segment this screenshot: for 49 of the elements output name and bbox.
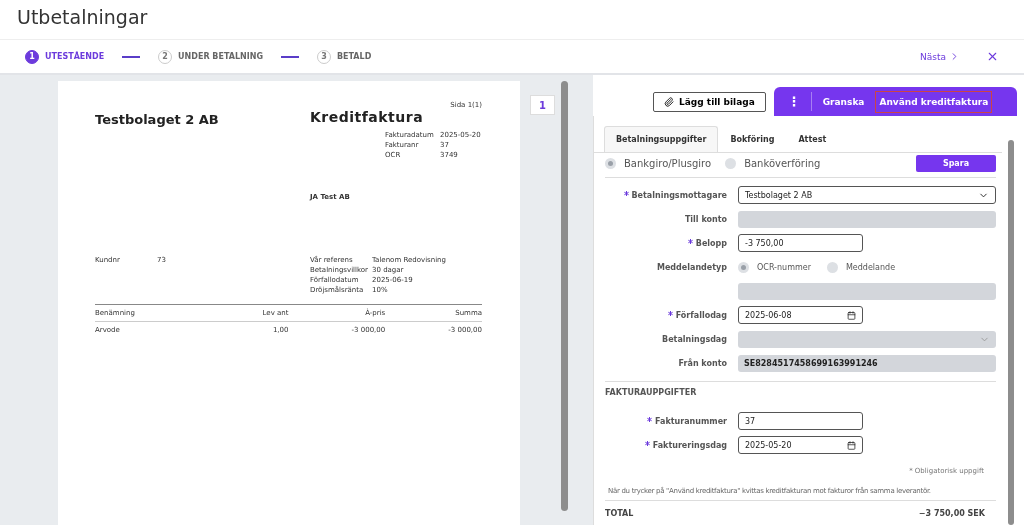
field-label: Betalningsmottagare [631, 190, 727, 200]
radio-option[interactable]: Meddelande [826, 261, 896, 273]
step[interactable]: 1 UTESTÅENDE [25, 49, 105, 64]
tab[interactable]: Betalningsuppgifter [604, 126, 719, 152]
field-label: Belopp [695, 238, 727, 248]
total-label: TOTAL [605, 509, 634, 518]
radio-icon[interactable] [605, 158, 616, 169]
section-heading: FAKTURAUPPGIFTER [605, 388, 697, 397]
attach-button[interactable]: Lägg till bilaga [653, 91, 766, 112]
field-label: Till konto [684, 214, 727, 224]
calendar-icon [847, 310, 856, 320]
input-field[interactable]: 37 [738, 412, 863, 430]
field-label: Från konto [678, 358, 727, 368]
step[interactable]: 3 BETALD [316, 49, 372, 64]
close-icon[interactable] [986, 50, 999, 63]
radio-icon[interactable] [725, 158, 737, 169]
step[interactable]: 2 UNDER BETALNING [158, 49, 263, 64]
field-label: Faktureringsdag [652, 440, 727, 450]
next-link[interactable]: Nästa [920, 51, 960, 62]
radio-icon[interactable] [738, 261, 749, 273]
required-asterisk-icon [687, 238, 693, 244]
field-label: Förfallodag [675, 310, 727, 320]
radio-option[interactable]: OCR-nummer [738, 261, 811, 273]
field-label: Fakturanummer [655, 416, 727, 426]
document-title: Kreditfaktura [310, 109, 425, 125]
radio-icon[interactable] [826, 261, 838, 273]
company-name: Testbolaget 2 AB [95, 112, 220, 127]
field-label: Meddelandetyp [656, 262, 727, 272]
date-field[interactable]: 2025-05-20 [738, 436, 863, 454]
action-button[interactable]: Använd kreditfaktura [875, 90, 993, 113]
calendar-icon [847, 440, 856, 450]
paperclip-icon [664, 96, 674, 107]
select-field[interactable]: Testbolaget 2 AB [738, 186, 996, 204]
readonly-field: SE8284517458699163991246 [738, 354, 996, 372]
radio-option[interactable]: Banköverföring [725, 158, 821, 169]
page-number[interactable]: 1 [530, 95, 555, 115]
more-menu-button[interactable]: ⋮ [777, 92, 812, 111]
save-button[interactable]: Spara [916, 155, 996, 172]
required-asterisk-icon [644, 440, 650, 446]
total-value: −3 750,00 SEK [918, 509, 985, 518]
required-asterisk-icon [623, 190, 629, 196]
page-title: Utbetalningar [0, 0, 1024, 40]
radio-option[interactable]: Bankgiro/Plusgiro [605, 158, 712, 169]
date-field[interactable]: 2025-06-08 [738, 306, 863, 324]
required-asterisk-icon [667, 310, 673, 316]
field-label: Betalningsdag [662, 334, 727, 344]
action-button[interactable]: Granska [819, 91, 868, 112]
required-asterisk-icon [647, 416, 652, 422]
input-field[interactable]: -3 750,00 [738, 234, 863, 252]
